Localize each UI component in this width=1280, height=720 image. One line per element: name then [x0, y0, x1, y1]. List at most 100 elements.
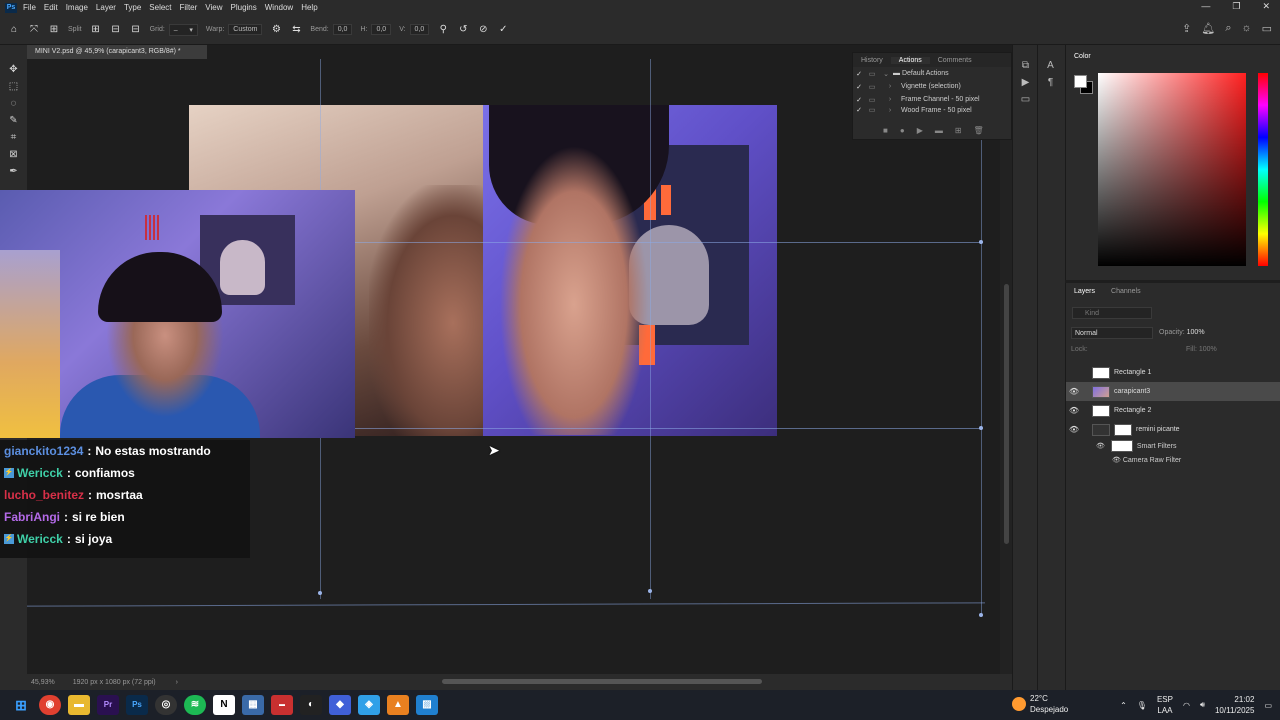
eye-icon[interactable]: 👁︎: [1112, 456, 1123, 464]
menu-file[interactable]: File: [23, 3, 36, 12]
warp-anchor[interactable]: [979, 240, 983, 244]
windows-start-icon[interactable]: ⊞: [10, 695, 32, 715]
premiere-icon[interactable]: Pr: [97, 695, 119, 715]
lightbulb-icon[interactable]: ☼: [1242, 22, 1252, 35]
new-action-icon[interactable]: ⊞: [955, 126, 962, 135]
microphone-icon[interactable]: 🎙︎: [1137, 701, 1147, 710]
wifi-icon[interactable]: ◠: [1183, 701, 1190, 710]
libraries-icon[interactable]: ⧉: [1013, 57, 1038, 74]
layer-row[interactable]: 👁︎ Rectangle 2: [1066, 401, 1280, 420]
workspace-icon[interactable]: ▭: [1262, 22, 1272, 35]
comments-icon[interactable]: ▭: [1013, 91, 1038, 108]
cancel-icon[interactable]: ⊘: [477, 24, 489, 36]
dialog-toggle-icon[interactable]: ▭: [865, 106, 879, 114]
tab-history[interactable]: History: [853, 57, 891, 64]
tab-channels[interactable]: Channels: [1103, 288, 1149, 295]
action-row[interactable]: ✓ ▭ › Vignette (selection): [853, 80, 1011, 93]
close-button[interactable]: ✕: [1262, 1, 1270, 12]
status-chevron-icon[interactable]: ›: [176, 679, 178, 686]
smart-filters-row[interactable]: 👁︎ Smart Filters: [1066, 439, 1280, 453]
layer-row[interactable]: Rectangle 1: [1066, 363, 1280, 382]
h-input[interactable]: 0,0: [371, 24, 392, 35]
scroll-thumb[interactable]: [1004, 284, 1009, 544]
chevron-right-icon[interactable]: ›: [879, 83, 901, 90]
eye-icon[interactable]: 👁︎: [1096, 442, 1107, 450]
chevron-up-icon[interactable]: ⌃: [1120, 701, 1127, 710]
v-input[interactable]: 0,0: [409, 24, 430, 35]
transform-tool-icon[interactable]: ⤧: [28, 24, 40, 36]
fill-control[interactable]: Fill: 100%: [1186, 346, 1217, 353]
minimize-button[interactable]: —: [1201, 1, 1210, 12]
layer-row[interactable]: 👁︎ remini picante: [1066, 420, 1280, 439]
language-indicator[interactable]: ESP LAA: [1157, 694, 1173, 716]
menu-help[interactable]: Help: [301, 3, 317, 12]
play-icon[interactable]: ▶: [917, 126, 923, 135]
maximize-button[interactable]: ❐: [1232, 1, 1240, 12]
warp-guide-horizontal[interactable]: [353, 242, 983, 243]
tab-comments[interactable]: Comments: [930, 57, 980, 64]
home-icon[interactable]: ⌂: [8, 24, 20, 36]
check-icon[interactable]: ✓: [853, 70, 865, 78]
fill-value[interactable]: 100%: [1199, 346, 1217, 353]
eye-icon[interactable]: 👁︎: [1066, 387, 1082, 396]
app-teams-icon[interactable]: ◈: [358, 695, 380, 715]
dialog-toggle-icon[interactable]: ▭: [865, 96, 879, 104]
weather-widget[interactable]: 22°C Despejado: [1012, 693, 1068, 715]
puppet-warp-icon[interactable]: ⚲: [437, 24, 449, 36]
split-grid-icon[interactable]: ⊞: [90, 24, 102, 36]
split-crosswise-icon[interactable]: ⊞: [48, 24, 60, 36]
layer-row[interactable]: 👁︎ carapicant3: [1066, 382, 1280, 401]
chevron-down-icon[interactable]: ⌄: [879, 70, 893, 78]
warp-guide-horizontal[interactable]: [353, 428, 983, 429]
warp-anchor[interactable]: [648, 589, 652, 593]
opacity-control[interactable]: Opacity: 100%: [1159, 329, 1205, 336]
opacity-value[interactable]: 100%: [1187, 329, 1205, 336]
document-tab[interactable]: MINI V2.psd @ 45,9% (carapicant3, RGB/8#…: [27, 45, 207, 59]
app-red-icon[interactable]: ▬: [271, 695, 293, 715]
warp-select[interactable]: Custom: [228, 24, 263, 35]
grid-select[interactable]: – ▾: [168, 23, 198, 36]
search-icon[interactable]: ⌕: [1225, 22, 1231, 35]
record-icon[interactable]: ●: [900, 126, 905, 135]
vertical-scrollbar[interactable]: [1000, 59, 1012, 674]
file-explorer-icon[interactable]: ▬: [68, 695, 90, 715]
notion-icon[interactable]: N: [213, 695, 235, 715]
orientation-icon[interactable]: ⇆: [290, 24, 302, 36]
check-icon[interactable]: ✓: [853, 83, 865, 91]
eye-icon[interactable]: 👁︎: [1066, 425, 1082, 434]
menu-layer[interactable]: Layer: [96, 3, 116, 12]
menu-select[interactable]: Select: [149, 3, 171, 12]
color-field[interactable]: [1098, 73, 1246, 266]
warp-guide-vertical[interactable]: [650, 59, 651, 599]
zoom-level[interactable]: 45,93%: [31, 679, 55, 686]
menu-image[interactable]: Image: [66, 3, 88, 12]
horizontal-scrollbar[interactable]: [442, 679, 762, 684]
app-image-icon[interactable]: ▨: [416, 695, 438, 715]
warp-anchor[interactable]: [979, 613, 983, 617]
calculator-icon[interactable]: ▦: [242, 695, 264, 715]
character-icon[interactable]: A: [1038, 57, 1063, 74]
paragraph-icon[interactable]: ¶: [1038, 74, 1063, 91]
new-set-icon[interactable]: ▬: [935, 126, 943, 135]
marquee-tool-icon[interactable]: ⬚: [0, 78, 27, 95]
camera-raw-filter-row[interactable]: 👁︎ Camera Raw Filter: [1066, 453, 1280, 467]
menu-type[interactable]: Type: [124, 3, 141, 12]
spotify-icon[interactable]: ≋: [184, 695, 206, 715]
check-icon[interactable]: ✓: [853, 106, 865, 114]
menu-window[interactable]: Window: [265, 3, 293, 12]
clock[interactable]: 21:02 10/11/2025: [1215, 694, 1254, 716]
menu-plugins[interactable]: Plugins: [231, 3, 257, 12]
stop-icon[interactable]: ■: [883, 126, 888, 135]
tab-layers[interactable]: Layers: [1066, 288, 1103, 295]
crop-tool-icon[interactable]: ⌗: [0, 129, 27, 146]
quick-select-tool-icon[interactable]: ✎: [0, 112, 27, 129]
actions-play-icon[interactable]: ▶: [1013, 74, 1038, 91]
commit-icon[interactable]: ✓: [497, 24, 509, 36]
warp-guide-bottom[interactable]: [27, 602, 985, 607]
action-row[interactable]: ✓ ▭ › Frame Channel - 50 pixel: [853, 93, 1011, 106]
tab-actions[interactable]: Actions: [890, 56, 930, 64]
action-row[interactable]: ✓ ▭ ⌄ ▬ Default Actions: [853, 67, 1011, 80]
volume-icon[interactable]: 🔊︎: [1200, 700, 1205, 710]
layer-filter-input[interactable]: Kind: [1072, 307, 1152, 319]
eyedropper-tool-icon[interactable]: ✒: [0, 163, 27, 180]
